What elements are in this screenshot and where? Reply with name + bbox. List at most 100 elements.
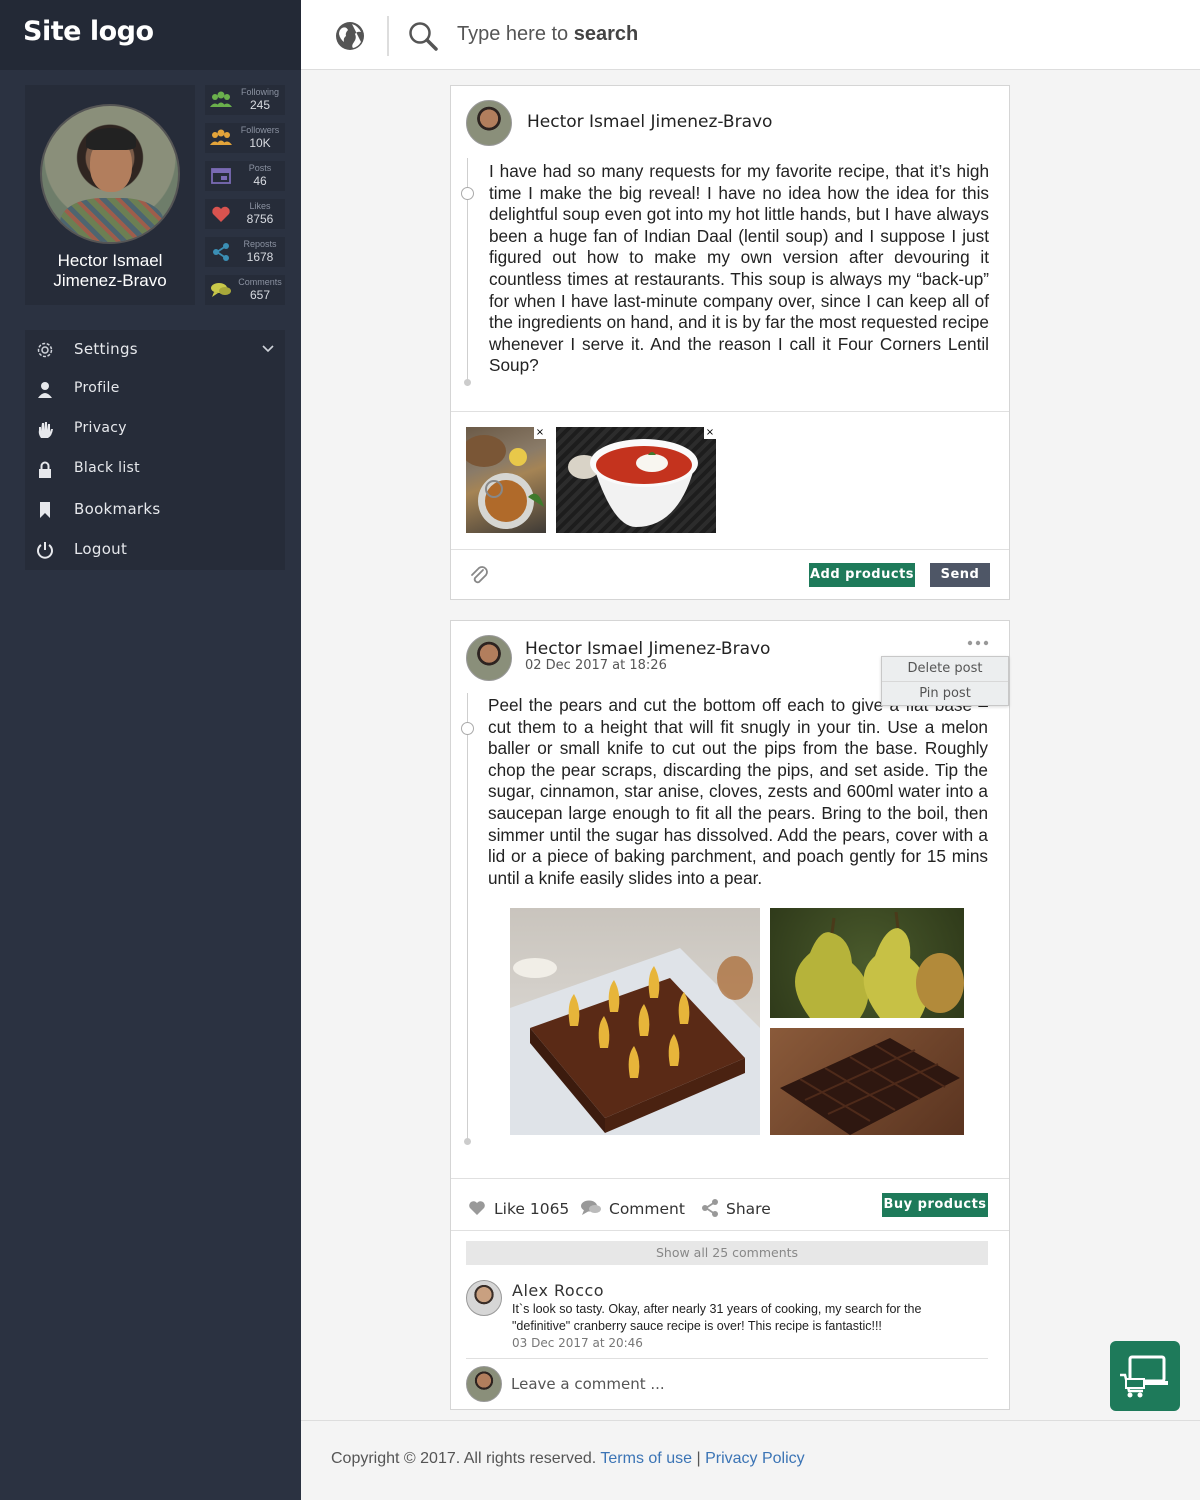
timeline-end-dot (464, 379, 471, 386)
timeline-dot (461, 187, 474, 200)
post-avatar[interactable] (466, 635, 512, 681)
menu-logout[interactable]: Logout (25, 530, 285, 570)
share-button[interactable]: Share (726, 1200, 771, 1218)
search-placeholder-prefix: Type here to (457, 23, 574, 45)
buy-products-button[interactable]: Buy products (882, 1193, 988, 1217)
sidebar: Site logo Hector Ismael Jimenez-Bravo Fo… (0, 0, 301, 1500)
send-button[interactable]: Send (930, 563, 990, 587)
stat-label: Comments (238, 277, 282, 287)
like-count: 1065 (529, 1200, 570, 1218)
comment-button[interactable]: Comment (609, 1200, 685, 1218)
remove-attachment-button[interactable]: × (704, 427, 716, 439)
comments-icon (211, 283, 231, 297)
search-input[interactable]: Type here to search (457, 23, 638, 46)
footer-text: Copyright © 2017. All rights reserved. T… (331, 1450, 805, 1468)
search-icon[interactable] (407, 20, 439, 52)
gear-icon (37, 342, 53, 358)
timeline-dot (461, 722, 474, 735)
topbar: Type here to search (301, 0, 1200, 70)
timeline-end-dot (464, 1138, 471, 1145)
like-button[interactable]: Like 1065 (494, 1200, 569, 1218)
show-all-comments-button[interactable]: Show all 25 comments (466, 1241, 988, 1265)
menu-privacy[interactable]: Privacy (25, 410, 285, 450)
divider (466, 1358, 988, 1359)
comment-author[interactable]: Alex Rocco (512, 1281, 604, 1300)
followers-icon (210, 129, 232, 145)
stat-following[interactable]: Following 245 (205, 85, 285, 115)
privacy-link[interactable]: Privacy Policy (705, 1450, 805, 1467)
comment-text: It`s look so tasty. Okay, after nearly 3… (512, 1302, 922, 1333)
stat-value: 1678 (246, 250, 274, 264)
profile-avatar[interactable] (40, 104, 180, 244)
posts-icon (211, 168, 231, 184)
attachment-thumb-soup[interactable]: × (556, 427, 716, 533)
attachment-thumb-lentil[interactable]: × (466, 427, 546, 533)
site-logo[interactable]: Site logo (23, 16, 301, 47)
comment-icon[interactable] (580, 1199, 602, 1217)
stat-label: Posts (248, 163, 272, 173)
user-icon (38, 382, 52, 398)
remove-attachment-button[interactable]: × (534, 427, 546, 439)
stat-label: Following (240, 87, 280, 97)
laptop-cart-icon (1120, 1355, 1168, 1398)
share-icon[interactable] (700, 1199, 720, 1217)
profile-card: Hector Ismael Jimenez-Bravo (25, 85, 195, 305)
composer-author[interactable]: Hector Ismael Jimenez-Bravo (527, 112, 772, 132)
current-user-avatar (466, 1366, 502, 1402)
following-icon (210, 91, 232, 107)
menu-label: Logout (74, 540, 128, 558)
more-options-icon[interactable] (966, 639, 990, 647)
globe-icon[interactable] (334, 20, 366, 52)
sidebar-menu: Settings Profile Privacy Black list Book… (25, 330, 285, 570)
terms-link[interactable]: Terms of use (600, 1450, 692, 1467)
pin-post-item[interactable]: Pin post (882, 681, 1008, 705)
post-options-menu: Delete post Pin post (881, 656, 1009, 706)
menu-blacklist[interactable]: Black list (25, 450, 285, 490)
stat-label: Reposts (243, 239, 277, 249)
chevron-down-icon[interactable] (261, 342, 275, 356)
post-image-cake[interactable] (510, 908, 760, 1135)
like-heart-icon[interactable] (468, 1200, 486, 1216)
lock-icon (39, 461, 51, 478)
composer-text[interactable]: I have had so many requests for my favor… (489, 161, 989, 377)
profile-name[interactable]: Hector Ismael Jimenez-Bravo (25, 251, 195, 291)
stat-label: Followers (240, 125, 280, 135)
stat-followers[interactable]: Followers 10K (205, 123, 285, 153)
stat-comments[interactable]: Comments 657 (205, 275, 285, 305)
heart-icon (212, 206, 230, 222)
paperclip-icon[interactable] (469, 564, 489, 586)
menu-label: Profile (74, 380, 120, 396)
stat-value: 46 (253, 174, 267, 188)
stat-reposts[interactable]: Reposts 1678 (205, 237, 285, 267)
menu-bookmarks[interactable]: Bookmarks (25, 490, 285, 530)
commenter-avatar[interactable] (466, 1280, 502, 1316)
copyright-text: Copyright © 2017. All rights reserved. (331, 1450, 597, 1467)
menu-profile[interactable]: Profile (25, 370, 285, 410)
power-icon (37, 542, 53, 559)
add-products-button[interactable]: Add products (809, 563, 915, 587)
delete-post-item[interactable]: Delete post (882, 657, 1008, 681)
menu-label: Privacy (74, 420, 127, 436)
bookmark-icon (40, 502, 50, 518)
post-date: 02 Dec 2017 at 18:26 (525, 658, 667, 673)
post-card: Hector Ismael Jimenez-Bravo 02 Dec 2017 … (450, 620, 1010, 1410)
stat-likes[interactable]: Likes 8756 (205, 199, 285, 229)
profile-stats: Following 245 Followers 10K Posts 46 Lik… (205, 85, 285, 313)
stat-value: 8756 (246, 212, 274, 226)
menu-label: Bookmarks (74, 500, 161, 518)
stat-value: 657 (249, 288, 271, 302)
composer-avatar[interactable] (466, 100, 512, 146)
shop-fab-button[interactable] (1110, 1341, 1180, 1411)
post-text: Peel the pears and cut the bottom off ea… (488, 695, 988, 888)
stat-posts[interactable]: Posts 46 (205, 161, 285, 191)
stat-value: 10K (249, 136, 271, 150)
comment-input[interactable] (511, 1375, 911, 1393)
divider (451, 549, 1009, 550)
post-image-pears[interactable] (770, 908, 964, 1018)
menu-settings[interactable]: Settings (25, 330, 285, 370)
comment-date: 03 Dec 2017 at 20:46 (512, 1336, 643, 1350)
timeline-line (467, 693, 468, 1143)
post-author[interactable]: Hector Ismael Jimenez-Bravo (525, 639, 770, 659)
post-image-chocolate[interactable] (770, 1028, 964, 1135)
post-composer: Hector Ismael Jimenez-Bravo I have had s… (450, 85, 1010, 600)
